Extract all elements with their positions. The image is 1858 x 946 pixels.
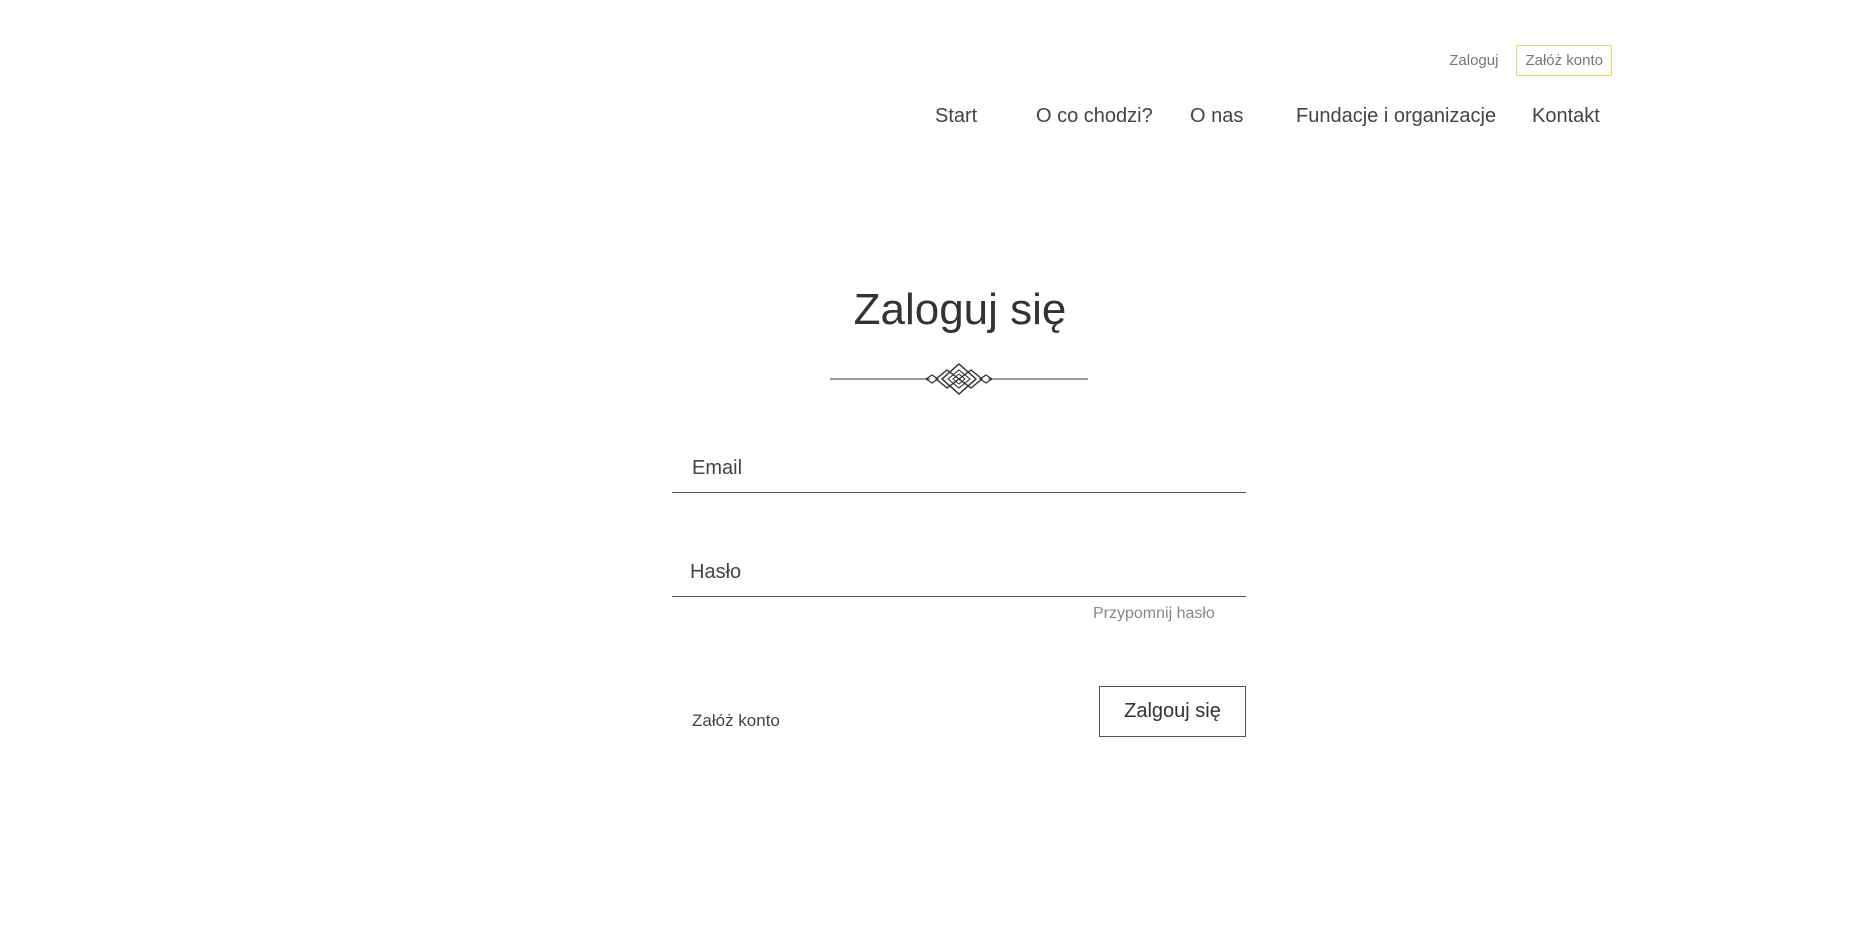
top-account-links: Zaloguj Załóż konto [1449,45,1612,76]
login-submit-button[interactable]: Zalgouj się [1099,686,1246,737]
nav-item-about-us[interactable]: O nas [1190,105,1243,128]
ornament-divider-icon [830,362,1088,396]
forgot-password-link[interactable]: Przypomnij hasło [1093,605,1215,623]
top-register-button[interactable]: Załóż konto [1516,45,1612,76]
top-login-link[interactable]: Zaloguj [1449,52,1498,69]
nav-item-foundations[interactable]: Fundacje i organizacje [1296,105,1496,128]
page-title: Zaloguj się [853,285,1067,334]
main-navigation: Start O co chodzi? O nas Fundacje i orga… [0,105,1858,135]
password-field[interactable] [672,561,1246,597]
nav-item-contact[interactable]: Kontakt [1532,105,1600,128]
nav-item-about-idea[interactable]: O co chodzi? [1036,105,1153,128]
nav-item-start[interactable]: Start [935,105,977,128]
register-link[interactable]: Załóż konto [692,711,780,731]
email-field[interactable] [672,457,1246,493]
